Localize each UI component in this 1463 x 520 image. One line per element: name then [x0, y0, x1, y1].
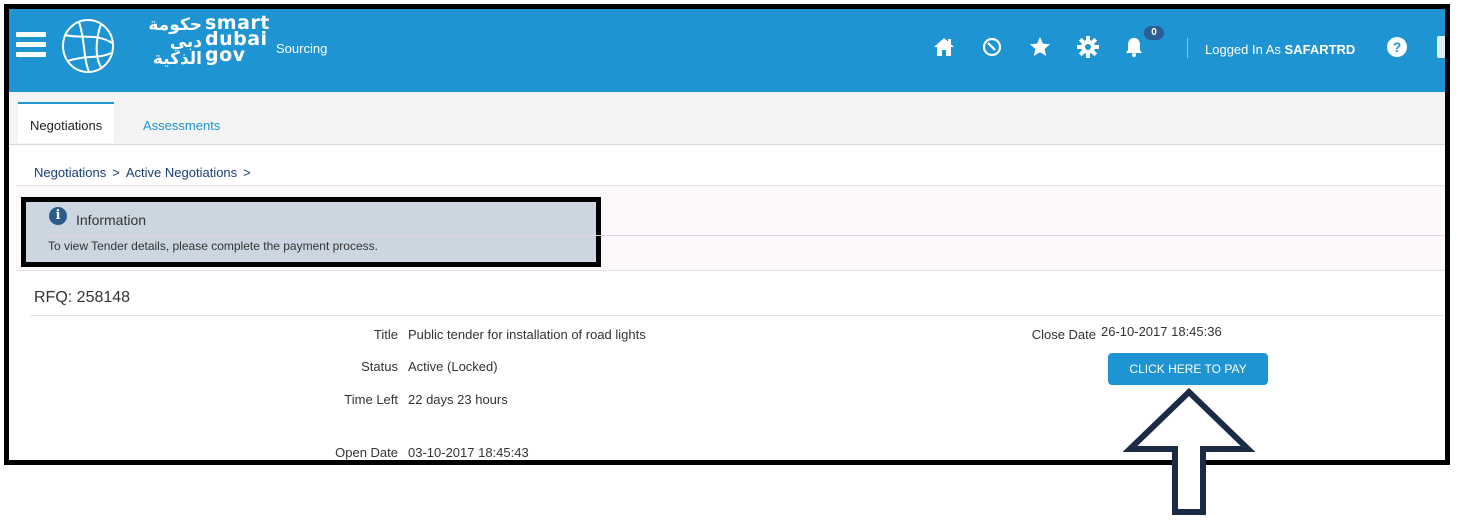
breadcrumb-negotiations[interactable]: Negotiations — [34, 165, 106, 180]
info-icon: i — [49, 207, 67, 225]
information-title: Information — [76, 212, 147, 228]
information-box: i Information To view Tender details, pl… — [21, 197, 1445, 267]
logo-latin-text: smart dubai gov — [205, 14, 270, 65]
title-label: Title — [373, 327, 398, 342]
hamburger-menu-icon[interactable] — [16, 32, 46, 58]
rfq-divider — [30, 315, 1444, 316]
breadcrumb-separator: > — [243, 165, 251, 180]
breadcrumb-active-negotiations[interactable]: Active Negotiations — [126, 165, 237, 180]
status-value: Active (Locked) — [408, 359, 498, 374]
status-label: Status — [361, 359, 398, 374]
star-icon[interactable] — [1028, 35, 1052, 59]
breadcrumb-separator: > — [112, 165, 120, 180]
tab-assessments[interactable]: Assessments — [131, 104, 232, 143]
header-divider — [1187, 38, 1188, 58]
close-date-value: 26-10-2017 18:45:36 — [1101, 324, 1222, 339]
logo-arabic-text: حكومة دبي الذكية — [148, 15, 202, 69]
time-left-label: Time Left — [344, 392, 398, 407]
open-date-label: Open Date — [335, 445, 398, 460]
logged-in-status: Logged In As SAFARTRD — [1205, 42, 1355, 57]
tab-bar: Negotiations Assessments — [9, 92, 1445, 145]
logged-in-prefix: Logged In As — [1205, 42, 1281, 57]
click-here-to-pay-button[interactable]: CLICK HERE TO PAY — [1108, 353, 1268, 385]
title-value: Public tender for installation of road l… — [408, 327, 646, 342]
globe-logo-icon — [59, 15, 119, 82]
information-message: To view Tender details, please complete … — [48, 239, 378, 253]
time-left-value: 22 days 23 hours — [408, 392, 508, 407]
breadcrumb: Negotiations > Active Negotiations > — [34, 165, 257, 180]
gear-icon[interactable] — [1076, 35, 1100, 59]
top-header: حكومة دبي الذكية smart dubai gov Sourcin… — [9, 9, 1445, 92]
close-date-label: Close Date — [1031, 327, 1096, 342]
rfq-heading: RFQ: 258148 — [34, 289, 131, 306]
open-date-value: 03-10-2017 18:45:43 — [408, 445, 529, 460]
help-icon[interactable]: ? — [1387, 37, 1407, 57]
arrow-up-icon — [1120, 385, 1260, 520]
notification-count-badge: 0 — [1144, 26, 1164, 40]
logged-in-user: SAFARTRD — [1284, 42, 1356, 57]
history-icon[interactable] — [980, 35, 1004, 59]
logout-icon[interactable] — [1437, 36, 1445, 58]
app-title: Sourcing — [276, 41, 328, 56]
tab-negotiations[interactable]: Negotiations — [18, 102, 115, 143]
bell-icon[interactable] — [1122, 35, 1146, 59]
information-divider — [48, 235, 1445, 236]
home-icon[interactable] — [932, 35, 956, 59]
